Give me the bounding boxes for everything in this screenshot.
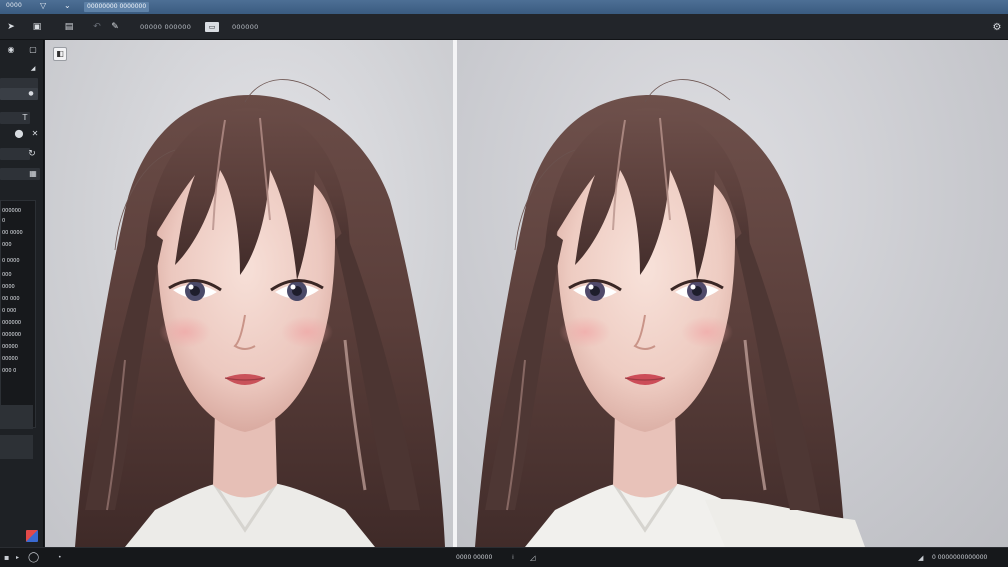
main-toolbar: ➤ ▣ ▤ ↶ ✎ 00000 000000 ▭ 000000 ⚙: [0, 14, 1008, 40]
list-item[interactable]: 0: [2, 217, 5, 225]
list-item[interactable]: 000000: [2, 207, 21, 215]
layers-icon[interactable]: ▤: [62, 20, 76, 34]
circle-tool-icon[interactable]: ⬤: [14, 129, 24, 139]
list-item[interactable]: 000 0: [2, 367, 16, 375]
list-item[interactable]: 000: [2, 241, 12, 249]
image-tool-icon[interactable]: ◧: [53, 47, 67, 61]
pin-icon[interactable]: ●: [26, 89, 36, 99]
list-item[interactable]: 00 0000: [2, 229, 23, 237]
panel-block[interactable]: [0, 435, 33, 459]
chevron-down-icon[interactable]: ⌄: [64, 1, 71, 10]
resize-icon[interactable]: ◢: [918, 552, 923, 564]
title-bar: 0000 ▽ ⌄ 00000000 0000000: [0, 0, 1008, 14]
menu-icon[interactable]: ⚙: [990, 20, 1004, 34]
panel-block[interactable]: [0, 405, 33, 429]
list-item[interactable]: 00000: [2, 343, 18, 351]
canvas-pane-original[interactable]: ◧: [45, 40, 453, 547]
chevron-right-icon[interactable]: ▸: [16, 552, 19, 564]
title-bar-text: 0000: [6, 2, 23, 9]
grid-icon[interactable]: ▦: [28, 169, 38, 179]
portrait-image-edited: [475, 79, 865, 547]
panel-field[interactable]: ▦: [0, 168, 40, 180]
list-item[interactable]: 000000: [2, 319, 21, 327]
list-item[interactable]: 00000: [2, 355, 18, 363]
rotate-icon[interactable]: ↻: [27, 149, 37, 159]
list-item[interactable]: 0 000: [2, 307, 16, 315]
undo-icon[interactable]: ↶: [90, 20, 104, 34]
panel-field[interactable]: ↻: [0, 148, 36, 160]
chat-icon[interactable]: ▢: [28, 45, 38, 55]
eyedropper-icon[interactable]: ✕: [30, 129, 40, 139]
tool-panel: ◉ ▢ ◢ ● T ⬤ ✕ ↻ ▦ 000000 0 00 0000 000 0…: [0, 40, 44, 547]
canvas-pane-edited[interactable]: [457, 40, 1008, 547]
pointer-icon[interactable]: ➤: [4, 20, 18, 34]
toolbar-label-2[interactable]: 000000: [232, 20, 259, 34]
panel-row: ◢: [0, 62, 44, 76]
list-item[interactable]: 0 0000: [2, 257, 20, 265]
status-center-text: 0000 00000: [456, 554, 493, 561]
image-canvas[interactable]: ◧: [45, 40, 1008, 547]
dropdown-icon[interactable]: ◢: [28, 64, 38, 74]
eye-icon[interactable]: ◉: [6, 45, 16, 55]
panel-field-highlight[interactable]: ●: [0, 88, 38, 100]
list-item[interactable]: 000: [2, 271, 12, 279]
text-tool-icon[interactable]: T: [20, 113, 30, 123]
portrait-image-original: [75, 79, 445, 547]
list-item[interactable]: 00 000: [2, 295, 20, 303]
divider-icon: ⁞: [512, 554, 514, 561]
document-tab[interactable]: 00000000 0000000: [84, 2, 150, 12]
dot-icon: •: [58, 554, 62, 561]
record-icon[interactable]: ◯: [28, 552, 39, 564]
status-right-text: 0 0000000000000: [932, 554, 988, 561]
status-bar: ▪ ▸ ◯ • 0000 00000 ⁞ ◿ ◢ 0 0000000000000: [0, 547, 1008, 567]
list-item[interactable]: 000000: [2, 331, 21, 339]
color-swatch[interactable]: [26, 530, 38, 542]
frame-icon[interactable]: ▭: [205, 22, 219, 32]
app-logo-icon: ▽: [40, 1, 47, 10]
save-icon[interactable]: ▣: [30, 20, 44, 34]
list-item[interactable]: 0000: [2, 283, 15, 291]
layer-list: 000000 0 00 0000 000 0 0000 000 0000 00 …: [0, 200, 36, 428]
brush-icon[interactable]: ✎: [108, 20, 122, 34]
toolbar-label-1[interactable]: 00000 000000: [140, 20, 191, 34]
stop-icon[interactable]: ▪: [4, 552, 9, 564]
graph-icon[interactable]: ◿: [530, 552, 535, 564]
panel-field[interactable]: T: [0, 112, 30, 124]
